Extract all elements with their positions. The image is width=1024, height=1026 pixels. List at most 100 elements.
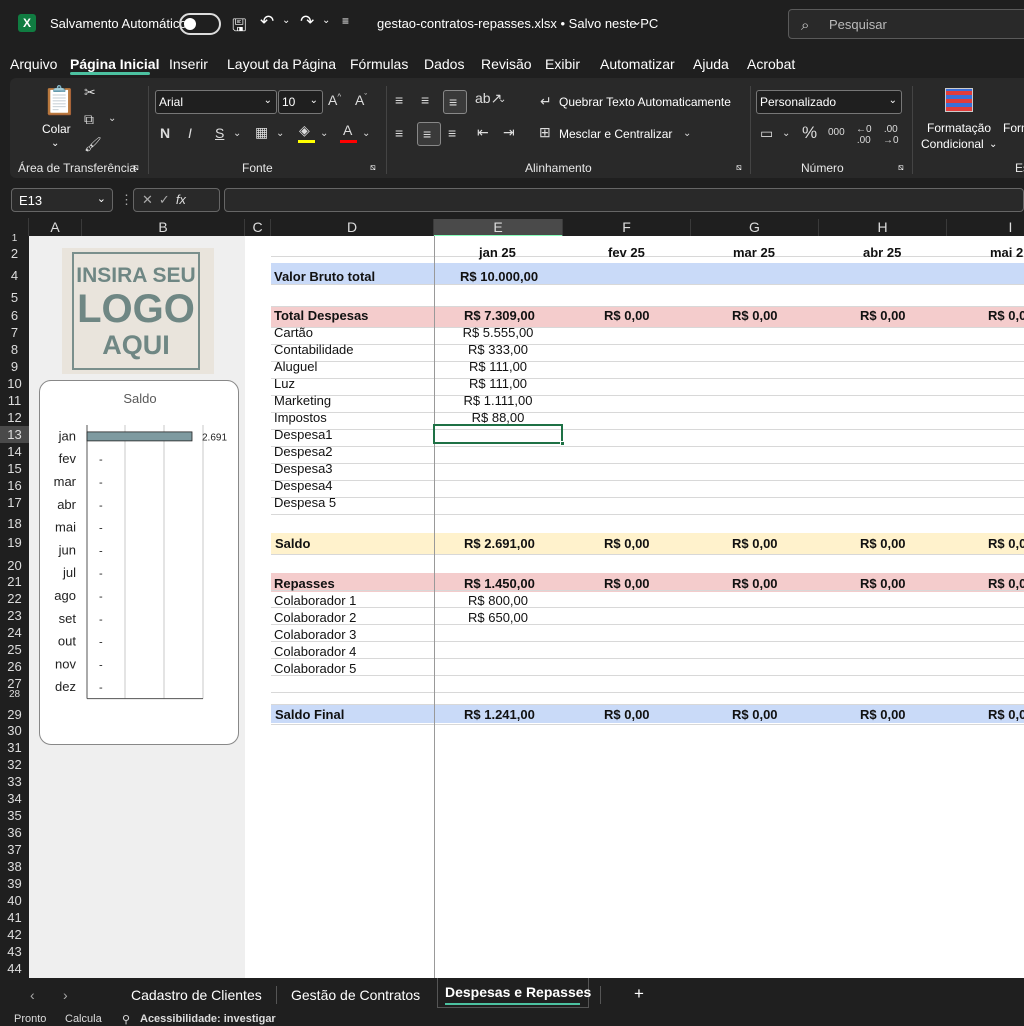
tab-inserir[interactable]: Inserir xyxy=(169,56,208,72)
repasses-mar[interactable]: R$ 0,00 xyxy=(732,576,778,591)
saldo-mai[interactable]: R$ 0,0 xyxy=(988,536,1024,551)
row-header-33[interactable]: 33 xyxy=(0,774,29,789)
month-header-abr[interactable]: abr 25 xyxy=(863,245,901,260)
increase-font-icon[interactable]: A^ xyxy=(328,92,341,108)
logo-placeholder[interactable]: INSIRA SEU LOGO AQUI xyxy=(62,248,214,374)
italic-button[interactable]: I xyxy=(188,125,192,141)
despesa-label[interactable]: Despesa1 xyxy=(274,427,333,442)
worksheet[interactable]: INSIRA SEU LOGO AQUI Saldo jan 2.691 fev - m… xyxy=(29,236,1024,978)
copy-dropdown-icon[interactable]: ⌄ xyxy=(108,113,116,124)
saldo-final-abr[interactable]: R$ 0,00 xyxy=(860,707,906,722)
tab-dados[interactable]: Dados xyxy=(424,56,464,72)
row-header-29[interactable]: 29 xyxy=(0,707,29,722)
fill-handle[interactable] xyxy=(560,441,565,446)
saldo-chart[interactable]: Saldo jan 2.691 fev - mar - abr - mai - jun - jul - ag… xyxy=(39,380,239,745)
colaborador-label[interactable]: Colaborador 1 xyxy=(274,593,356,608)
row-header-20[interactable]: 20 xyxy=(0,558,29,573)
increase-decimal-icon[interactable]: ←0.00 xyxy=(856,124,872,146)
alignment-launcher-icon[interactable]: ⧅ xyxy=(736,162,742,173)
comma-style-icon[interactable]: 000 xyxy=(828,127,845,138)
chart-bar[interactable] xyxy=(86,431,193,442)
despesa-label[interactable]: Marketing xyxy=(274,393,331,408)
search-input[interactable]: Pesquisar xyxy=(829,17,887,32)
undo-icon[interactable]: ↶ xyxy=(260,12,274,32)
font-size-combo[interactable]: 10 ⌄ xyxy=(278,90,323,114)
font-color-dropdown-icon[interactable]: ⌄ xyxy=(362,128,370,139)
underline-button[interactable]: S xyxy=(215,125,224,141)
despesa-label[interactable]: Aluguel xyxy=(274,359,317,374)
wrap-text-button[interactable]: Quebrar Texto Automaticamente xyxy=(559,95,731,109)
despesa-value[interactable]: R$ 1.111,00 xyxy=(433,393,563,408)
despesa-value[interactable]: R$ 111,00 xyxy=(433,359,563,374)
row-header-31[interactable]: 31 xyxy=(0,740,29,755)
tab-pagina-inicial[interactable]: Página Inicial xyxy=(70,56,159,72)
cancel-icon[interactable]: ✕ xyxy=(142,192,159,207)
saldo-final-mar[interactable]: R$ 0,00 xyxy=(732,707,778,722)
saldo-jan[interactable]: R$ 2.691,00 xyxy=(464,536,535,551)
row-header-22[interactable]: 22 xyxy=(0,591,29,606)
align-right-icon[interactable]: ≡ xyxy=(448,125,456,141)
row-header-23[interactable]: 23 xyxy=(0,608,29,623)
total-despesas-abr[interactable]: R$ 0,00 xyxy=(860,308,906,323)
merge-center-icon[interactable]: ⊞ xyxy=(539,124,551,141)
title-chevron-down-icon[interactable]: ⌄ xyxy=(632,14,642,28)
conditional-formatting-button-line2[interactable]: Condicional xyxy=(921,137,984,151)
percent-icon[interactable]: % xyxy=(802,123,817,143)
align-left-icon[interactable]: ≡ xyxy=(395,125,403,141)
valor-bruto-value[interactable]: R$ 10.000,00 xyxy=(460,269,538,284)
tab-formulas[interactable]: Fórmulas xyxy=(350,56,408,72)
enter-icon[interactable]: ✓ xyxy=(159,192,176,207)
row-header-35[interactable]: 35 xyxy=(0,808,29,823)
tab-automatizar[interactable]: Automatizar xyxy=(600,56,675,72)
autosave-toggle[interactable] xyxy=(179,13,221,35)
row-header-34[interactable]: 34 xyxy=(0,791,29,806)
row-header-18[interactable]: 18 xyxy=(0,516,29,531)
clipboard-launcher-icon[interactable]: ⧅ xyxy=(133,162,139,173)
row-header-32[interactable]: 32 xyxy=(0,757,29,772)
despesa-label[interactable]: Cartão xyxy=(274,325,313,340)
row-header-16[interactable]: 16 xyxy=(0,478,29,493)
row-header-25[interactable]: 25 xyxy=(0,642,29,657)
month-header-jan[interactable]: jan 25 xyxy=(479,245,516,260)
save-icon[interactable]: 🖫 xyxy=(232,13,246,42)
file-title[interactable]: gestao-contratos-repasses.xlsx • Salvo n… xyxy=(377,16,658,31)
column-header-i[interactable]: I xyxy=(947,219,1024,237)
row-header-5[interactable]: 5 xyxy=(0,290,29,305)
saldo-final-jan[interactable]: R$ 1.241,00 xyxy=(464,707,535,722)
total-despesas-mar[interactable]: R$ 0,00 xyxy=(732,308,778,323)
saldo-final-fev[interactable]: R$ 0,00 xyxy=(604,707,650,722)
formula-input[interactable] xyxy=(224,188,1024,212)
column-header-b[interactable]: B xyxy=(82,219,245,237)
repasses-fev[interactable]: R$ 0,00 xyxy=(604,576,650,591)
font-launcher-icon[interactable]: ⧅ xyxy=(370,162,376,173)
row-header-19[interactable]: 19 xyxy=(0,535,29,550)
column-header-c[interactable]: C xyxy=(245,219,271,237)
paste-icon[interactable]: 📋 xyxy=(42,84,77,117)
undo-dropdown-icon[interactable]: ⌄ xyxy=(282,15,290,26)
row-header-4[interactable]: 4 xyxy=(0,268,29,283)
row-header-40[interactable]: 40 xyxy=(0,893,29,908)
decrease-font-icon[interactable]: Aˇ xyxy=(355,92,367,108)
tab-ajuda[interactable]: Ajuda xyxy=(693,56,729,72)
row-header-11[interactable]: 11 xyxy=(0,393,29,408)
active-cell-selection[interactable] xyxy=(433,424,563,444)
conditional-formatting-button[interactable]: Formatação xyxy=(927,121,991,135)
despesa-value[interactable]: R$ 333,00 xyxy=(433,342,563,357)
align-center-button[interactable]: ≡ xyxy=(417,122,441,146)
column-header-e[interactable]: E xyxy=(434,219,563,237)
row-header-36[interactable]: 36 xyxy=(0,825,29,840)
redo-icon[interactable]: ↷ xyxy=(300,12,314,32)
sheet-tab-gestao-contratos[interactable]: Gestão de Contratos xyxy=(291,987,420,1003)
bold-button[interactable]: N xyxy=(160,125,170,141)
sheet-tab-despesas-repasses[interactable]: Despesas e Repasses xyxy=(445,984,591,1000)
align-top-icon[interactable]: ≡ xyxy=(395,92,403,108)
prev-sheet-icon[interactable]: ‹ xyxy=(30,987,35,1003)
saldo-label[interactable]: Saldo xyxy=(275,536,310,551)
wrap-text-icon[interactable]: ↵ xyxy=(540,93,552,110)
insert-function-button[interactable]: fx xyxy=(176,192,186,207)
row-header-30[interactable]: 30 xyxy=(0,723,29,738)
customize-qat-icon[interactable]: ≡ xyxy=(342,14,349,28)
despesa-label[interactable]: Despesa3 xyxy=(274,461,333,476)
repasses-jan[interactable]: R$ 1.450,00 xyxy=(464,576,535,591)
despesa-label[interactable]: Despesa4 xyxy=(274,478,333,493)
